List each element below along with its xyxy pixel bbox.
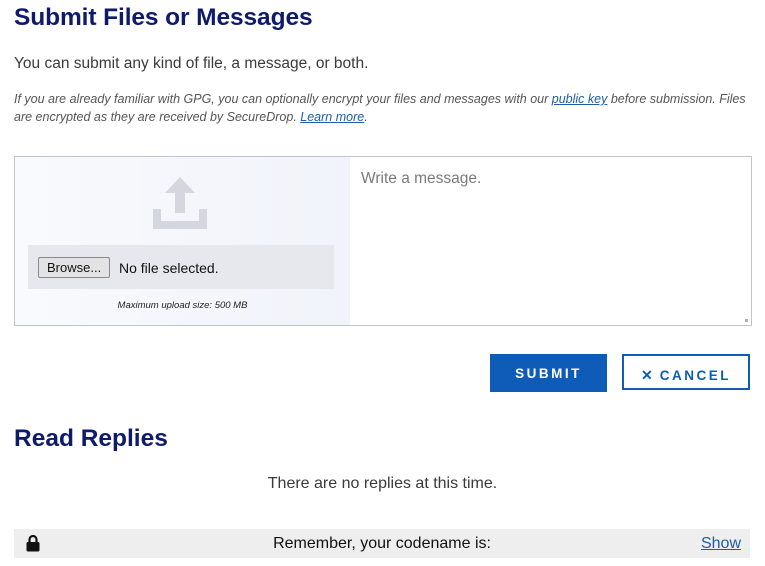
file-status-text: No file selected. (119, 260, 219, 276)
close-icon: ✕ (641, 367, 653, 383)
submit-intro-text: You can submit any kind of file, a messa… (14, 55, 369, 72)
file-input-row: Browse... No file selected. (28, 245, 334, 289)
gpg-note: If you are already familiar with GPG, yo… (14, 90, 759, 126)
gpg-note-prefix: If you are already familiar with GPG, yo… (14, 92, 552, 106)
learn-more-link[interactable]: Learn more (300, 110, 364, 124)
max-upload-size: Maximum upload size: 500 MB (117, 300, 248, 311)
message-textarea[interactable] (351, 157, 751, 325)
submit-section-title: Submit Files or Messages (14, 4, 313, 31)
cancel-label: CANCEL (659, 368, 731, 383)
upload-icon (153, 177, 207, 229)
codename-reminder: Remember, your codename is: (273, 535, 491, 552)
no-replies-text: There are no replies at this time. (267, 475, 498, 492)
codename-bar: Remember, your codename is: Show (14, 529, 750, 558)
replies-section-title: Read Replies (14, 425, 168, 452)
public-key-link[interactable]: public key (552, 92, 608, 106)
submit-button[interactable]: SUBMIT (490, 354, 607, 392)
resize-handle[interactable] (745, 319, 748, 322)
gpg-note-suffix: . (364, 110, 368, 124)
submission-form: Browse... No file selected. Maximum uplo… (14, 156, 752, 326)
cancel-button[interactable]: ✕ CANCEL (622, 354, 750, 390)
browse-button[interactable]: Browse... (38, 257, 111, 278)
file-upload-panel: Browse... No file selected. Maximum uplo… (15, 157, 350, 325)
show-codename-link[interactable]: Show (701, 535, 741, 553)
